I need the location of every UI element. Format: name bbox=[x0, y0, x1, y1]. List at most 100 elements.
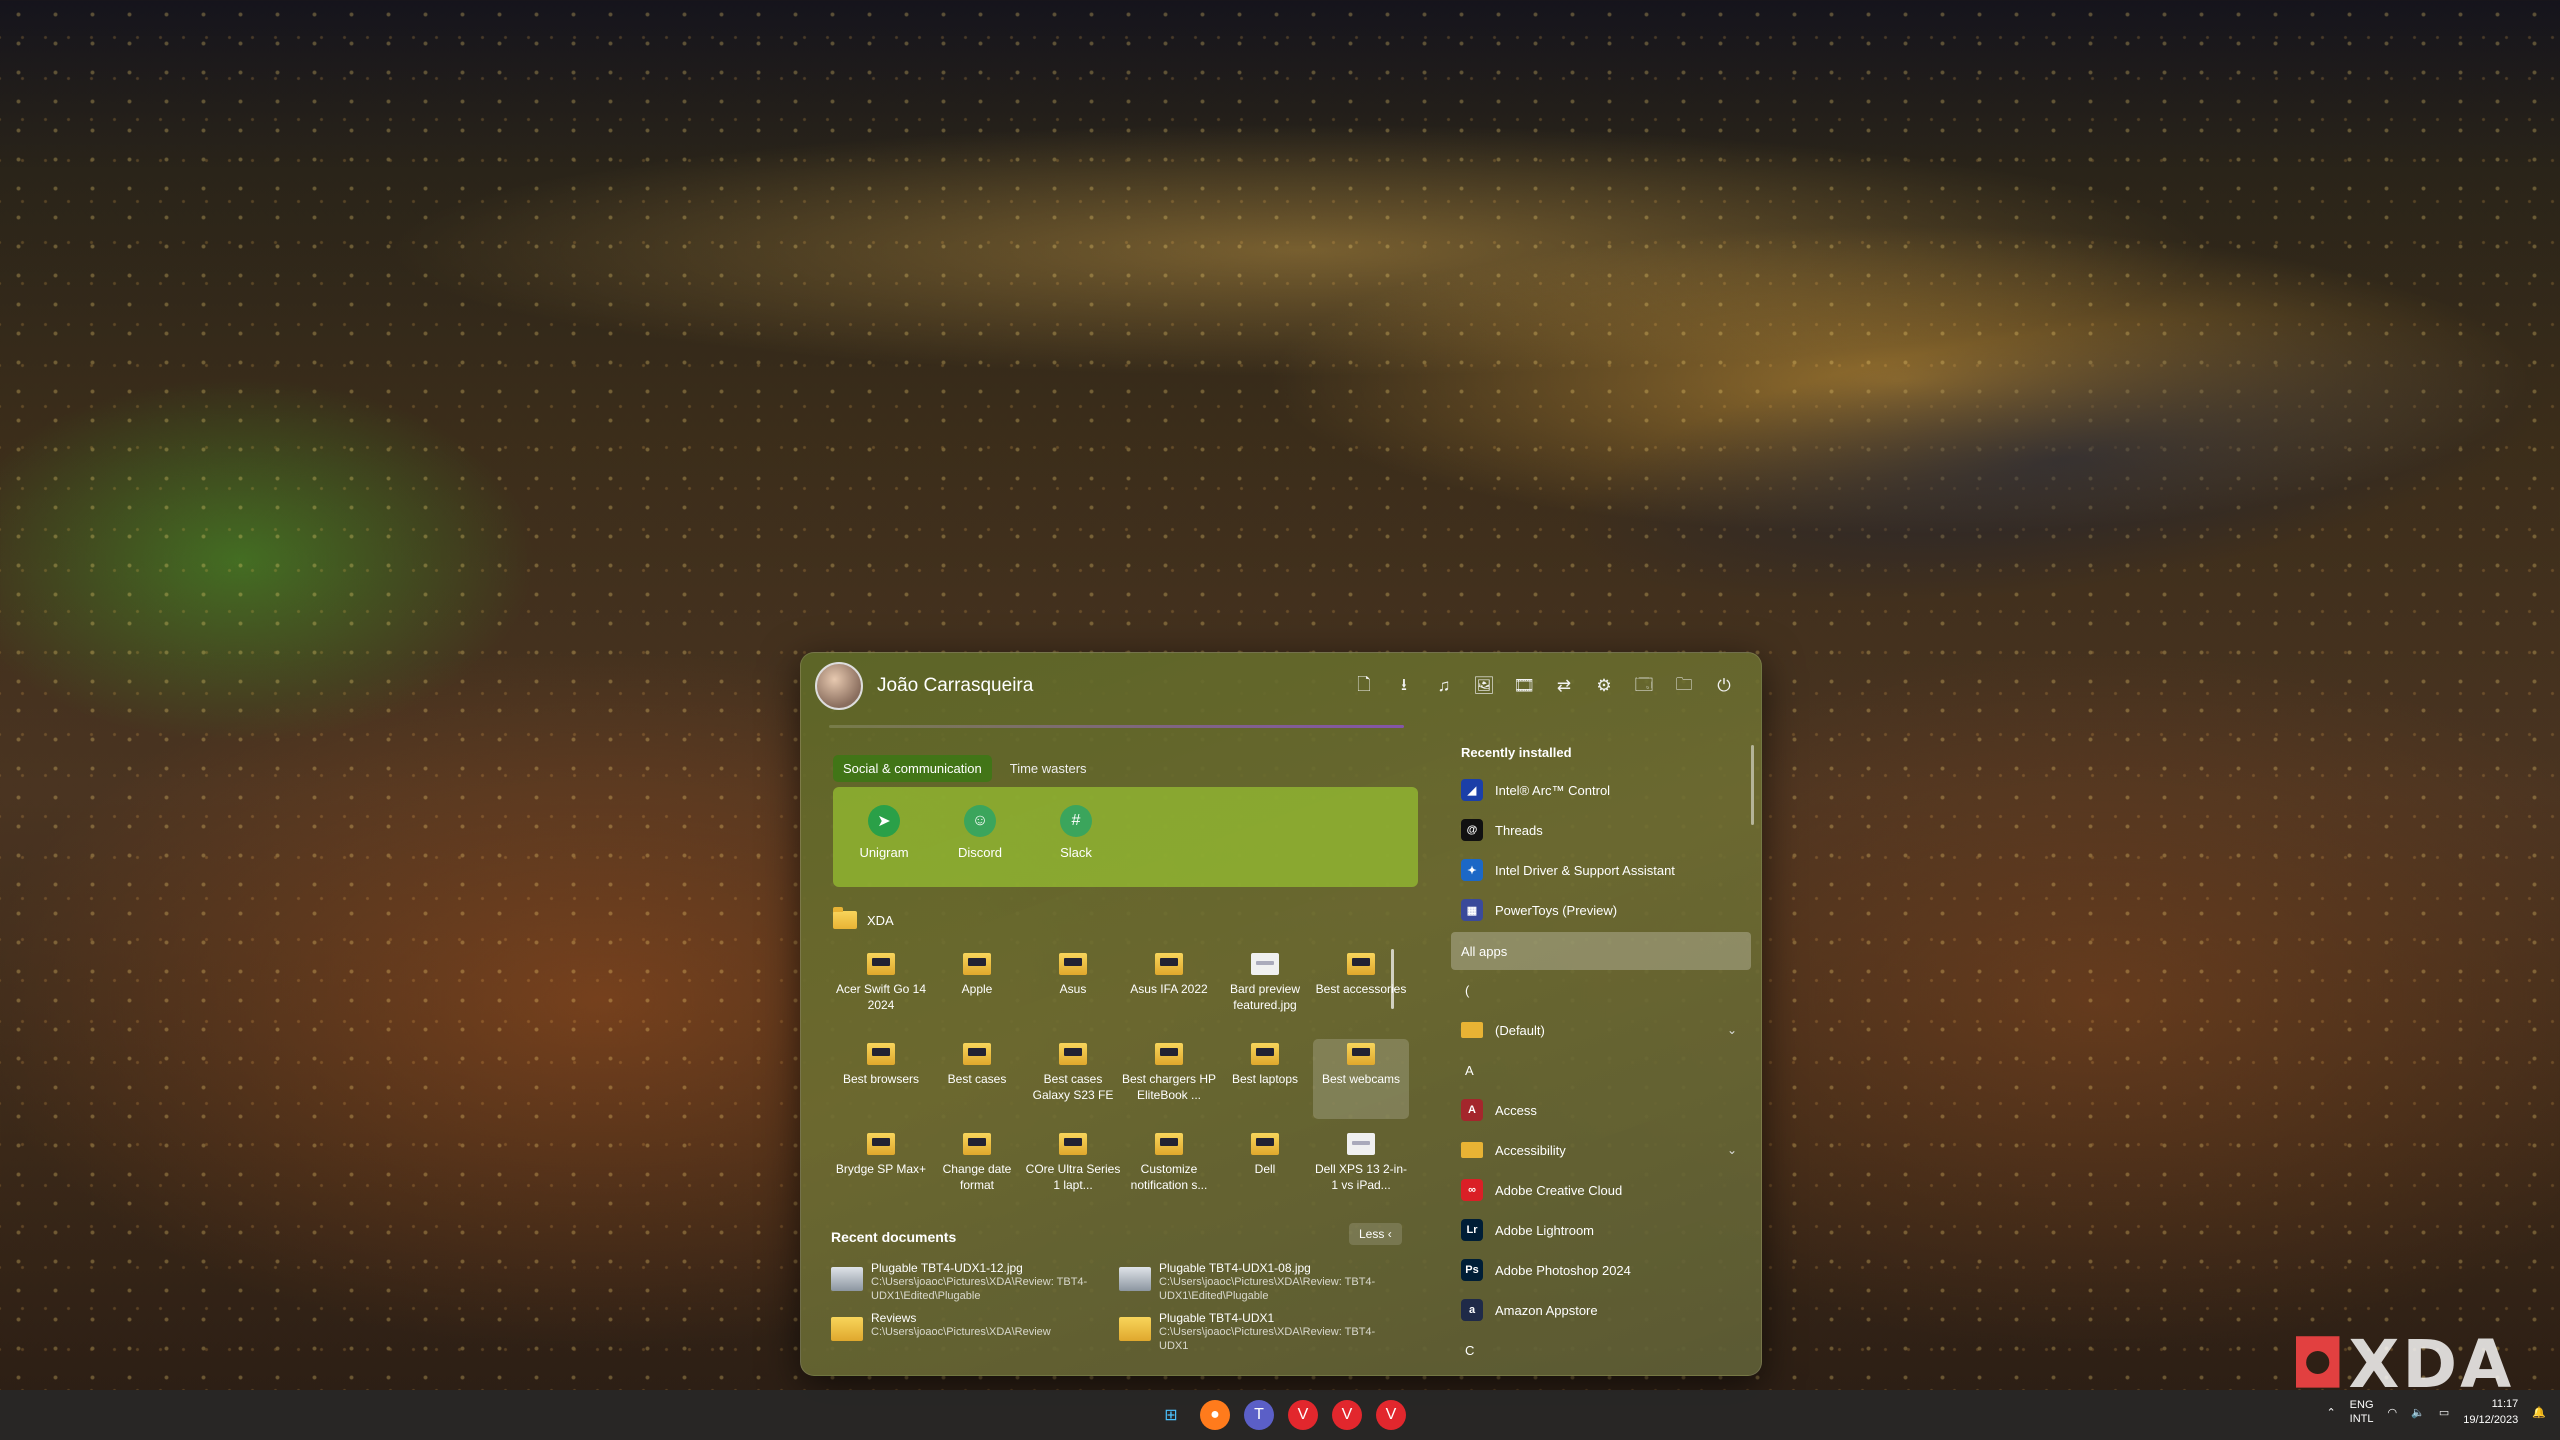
folder-icon bbox=[1347, 1043, 1375, 1065]
folder-item[interactable]: COre Ultra Series 1 lapt... bbox=[1025, 1129, 1121, 1209]
folder-item[interactable]: Best browsers bbox=[833, 1039, 929, 1119]
recently-installed-item[interactable]: @ Threads bbox=[1451, 810, 1751, 850]
less-button[interactable]: Less ‹ bbox=[1349, 1223, 1402, 1245]
app-list-scrollbar[interactable] bbox=[1751, 745, 1754, 825]
folder-item[interactable]: Best chargers HP EliteBook ... bbox=[1121, 1039, 1217, 1119]
folder-icon bbox=[963, 953, 991, 975]
settings-icon[interactable]: ⚙ bbox=[1591, 673, 1617, 699]
document-icon[interactable]: 🗋 bbox=[1351, 673, 1377, 699]
tab-0[interactable]: Social & communication bbox=[833, 755, 992, 782]
recently-installed-item[interactable]: ✦ Intel Driver & Support Assistant bbox=[1451, 850, 1751, 890]
chevron-up-icon[interactable]: ⌃ bbox=[2326, 1406, 2335, 1419]
notification-bell-icon[interactable]: 🔔 bbox=[2532, 1406, 2546, 1419]
app-list-item[interactable]: Ps Adobe Photoshop 2024 bbox=[1451, 1250, 1751, 1290]
folder-item-label: Dell XPS 13 2-in-1 vs iPad... bbox=[1314, 1162, 1408, 1192]
music-icon[interactable]: ♫ bbox=[1431, 673, 1457, 699]
folder-item[interactable]: Apple bbox=[929, 949, 1025, 1029]
folder-icon[interactable]: 🗀 bbox=[1671, 673, 1697, 699]
clock[interactable]: 11:17 19/12/2023 bbox=[2463, 1396, 2518, 1428]
folder-header[interactable]: XDA bbox=[833, 907, 894, 929]
avatar[interactable] bbox=[815, 662, 863, 710]
header-divider bbox=[829, 725, 1404, 728]
folder-item[interactable]: Bard preview featured.jpg bbox=[1217, 949, 1313, 1029]
app-list-item[interactable]: A Access bbox=[1451, 1090, 1751, 1130]
folder-item-label: Asus bbox=[1059, 982, 1087, 996]
volume-icon[interactable]: 🔈 bbox=[2411, 1406, 2425, 1419]
wifi-icon[interactable]: ◠ bbox=[2388, 1406, 2398, 1419]
app-list-item[interactable]: ∞ Adobe Creative Cloud bbox=[1451, 1170, 1751, 1210]
folder-grid: Acer Swift Go 14 2024 Apple Asus Asus IFA 2… bbox=[833, 949, 1409, 1209]
folder-item[interactable]: Best laptops bbox=[1217, 1039, 1313, 1119]
letter-header[interactable]: ( bbox=[1451, 970, 1751, 1010]
chevron-down-icon[interactable]: ⌄ bbox=[1727, 1023, 1737, 1037]
battery-icon[interactable]: ▭ bbox=[2439, 1406, 2449, 1419]
folder-item-label: Apple bbox=[961, 982, 993, 996]
chevron-left-icon: ‹ bbox=[1387, 1227, 1392, 1241]
app-list-item[interactable]: (Default) ⌄ bbox=[1451, 1010, 1751, 1050]
folder-item[interactable]: Best webcams bbox=[1313, 1039, 1409, 1119]
folder-item[interactable]: Asus IFA 2022 bbox=[1121, 949, 1217, 1029]
app-label: Intel Driver & Support Assistant bbox=[1495, 862, 1675, 878]
recent-document-path: C:\Users\joaoc\Pictures\XDA\Review: TBT4… bbox=[1159, 1326, 1376, 1352]
photoshop-icon: Ps bbox=[1461, 1259, 1483, 1281]
vivaldi-icon[interactable]: V bbox=[1288, 1400, 1318, 1430]
folder-item[interactable]: Change date format bbox=[929, 1129, 1025, 1209]
folder-icon bbox=[963, 1043, 991, 1065]
vivaldi-snapshot-icon[interactable]: V bbox=[1332, 1400, 1362, 1430]
video-icon[interactable]: 🎞 bbox=[1511, 673, 1537, 699]
folder-item[interactable]: Customize notification s... bbox=[1121, 1129, 1217, 1209]
explorer-icon[interactable]: 🗔 bbox=[1631, 673, 1657, 699]
taskbar: ⊞ ● T V V V ⌃ ENG INTL ◠ 🔈 ▭ 11:17 19/12/2023… bbox=[0, 1390, 2560, 1440]
recent-document[interactable]: Plugable TBT4-UDX1 C:\Users\joaoc\Picture… bbox=[1119, 1311, 1389, 1353]
folder-icon bbox=[1461, 1142, 1483, 1158]
language-bottom: INTL bbox=[2349, 1413, 2374, 1425]
app-list-item[interactable]: Lr Adobe Lightroom bbox=[1451, 1210, 1751, 1250]
all-apps-button[interactable]: All apps bbox=[1451, 932, 1751, 970]
folder-icon bbox=[1251, 1043, 1279, 1065]
folder-item[interactable]: Brydge SP Max+ bbox=[833, 1129, 929, 1209]
folder-item[interactable]: Best cases Galaxy S23 FE bbox=[1025, 1039, 1121, 1119]
vivaldi-icon[interactable]: V bbox=[1376, 1400, 1406, 1430]
recent-document-path: C:\Users\joaoc\Pictures\XDA\Review bbox=[871, 1326, 1051, 1338]
header-icon-bar: 🗋 ⭳ ♫ 🖼 🎞 ⇄ ⚙ 🗔 🗀 ⏻ bbox=[1351, 673, 1737, 699]
power-icon[interactable]: ⏻ bbox=[1711, 673, 1737, 699]
clock-date: 19/12/2023 bbox=[2463, 1414, 2519, 1426]
teams-icon[interactable]: T bbox=[1244, 1400, 1274, 1430]
folder-item[interactable]: Asus bbox=[1025, 949, 1121, 1029]
folder-item[interactable]: Dell XPS 13 2-in-1 vs iPad... bbox=[1313, 1129, 1409, 1209]
letter-header[interactable]: A bbox=[1451, 1050, 1751, 1090]
folder-item-label: Brydge SP Max+ bbox=[835, 1162, 927, 1176]
tab-1[interactable]: Time wasters bbox=[1000, 755, 1097, 782]
group-app-label: Unigram bbox=[859, 845, 909, 860]
recent-documents-title: Recent documents bbox=[831, 1229, 957, 1245]
recently-installed-item[interactable]: ◢ Intel® Arc™ Control bbox=[1451, 770, 1751, 810]
recent-document[interactable]: Plugable TBT4-UDX1-12.jpg C:\Users\joaoc\… bbox=[831, 1261, 1101, 1303]
user-name[interactable]: João Carrasqueira bbox=[877, 675, 1033, 697]
windows-icon[interactable]: ⊞ bbox=[1156, 1400, 1186, 1430]
folder-icon bbox=[831, 1317, 863, 1341]
group-app-slack[interactable]: # Slack bbox=[1035, 787, 1117, 887]
folder-item[interactable]: Best cases bbox=[929, 1039, 1025, 1119]
group-app-discord[interactable]: ☺ Discord bbox=[939, 787, 1021, 887]
folder-item[interactable]: Best accessories bbox=[1313, 949, 1409, 1029]
image-icon[interactable]: 🖼 bbox=[1471, 673, 1497, 699]
chevron-down-icon[interactable]: ⌄ bbox=[1727, 1143, 1737, 1157]
network-icon[interactable]: ⇄ bbox=[1551, 673, 1577, 699]
group-app-unigram[interactable]: ➤ Unigram bbox=[843, 787, 925, 887]
recently-installed-item[interactable]: ▦ PowerToys (Preview) bbox=[1451, 890, 1751, 930]
language-indicator[interactable]: ENG INTL bbox=[2350, 1398, 2374, 1426]
folder-item[interactable]: Acer Swift Go 14 2024 bbox=[833, 949, 929, 1029]
download-icon[interactable]: ⭳ bbox=[1391, 673, 1417, 699]
firefox-icon[interactable]: ● bbox=[1200, 1400, 1230, 1430]
recent-document[interactable]: Plugable TBT4-UDX1-08.jpg C:\Users\joaoc\… bbox=[1119, 1261, 1389, 1303]
app-list-item[interactable]: Accessibility ⌄ bbox=[1451, 1130, 1751, 1170]
app-list-item[interactable]: a Amazon Appstore bbox=[1451, 1290, 1751, 1330]
letter-header[interactable]: C bbox=[1451, 1330, 1751, 1370]
folder-scrollbar[interactable] bbox=[1391, 949, 1394, 1009]
app-list: Recently installed ◢ Intel® Arc™ Control @… bbox=[1451, 745, 1751, 1370]
folder-item[interactable]: Dell bbox=[1217, 1129, 1313, 1209]
amazon-appstore-icon: a bbox=[1461, 1299, 1483, 1321]
start-header: João Carrasqueira 🗋 ⭳ ♫ 🖼 🎞 ⇄ ⚙ 🗔 🗀 ⏻ bbox=[815, 662, 1747, 710]
recent-document[interactable]: Reviews C:\Users\joaoc\Pictures\XDA\Revie… bbox=[831, 1311, 1101, 1353]
recent-documents-list: Plugable TBT4-UDX1-12.jpg C:\Users\joaoc\… bbox=[831, 1261, 1411, 1353]
